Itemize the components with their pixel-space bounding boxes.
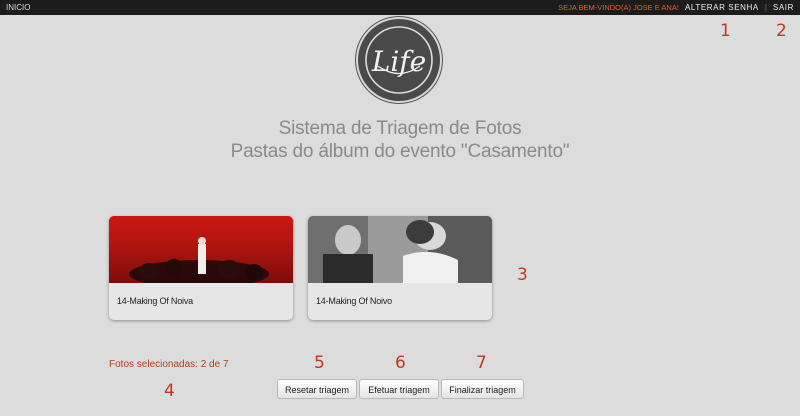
folder-card-noiva[interactable]: 14-Making Of Noiva xyxy=(109,216,293,320)
annotation-marker: 5 xyxy=(314,353,325,373)
annotation-marker: 7 xyxy=(476,353,487,373)
logout-link[interactable]: SAIR xyxy=(773,3,794,12)
annotation-marker: 4 xyxy=(164,381,175,401)
welcome-text: SEJA BEM-VINDO(A) JOSE E ANA! xyxy=(558,3,679,12)
folder-label: 14-Making Of Noivo xyxy=(316,296,392,306)
page-title: Sistema de Triagem de Fotos xyxy=(278,118,522,139)
folder-thumbnail-noivo xyxy=(308,216,492,283)
nav-separator: | xyxy=(764,3,767,12)
folder-thumbnail-noiva xyxy=(109,216,293,283)
reset-sorting-button[interactable]: Resetar triagem xyxy=(277,379,357,399)
life-logo: Life xyxy=(358,19,440,101)
page-subtitle: Pastas do álbum do evento "Casamento" xyxy=(230,141,570,162)
top-nav-bar: INICIO SEJA BEM-VINDO(A) JOSE E ANA! ALT… xyxy=(0,0,800,15)
finish-sorting-button[interactable]: Finalizar triagem xyxy=(441,379,524,399)
annotation-marker: 2 xyxy=(776,21,787,41)
top-nav-right: SEJA BEM-VINDO(A) JOSE E ANA! ALTERAR SE… xyxy=(558,3,794,12)
selected-photos-count: Fotos selecionadas: 2 de 7 xyxy=(109,359,229,370)
run-sorting-button[interactable]: Efetuar triagem xyxy=(359,379,439,399)
folder-label: 14-Making Of Noiva xyxy=(117,296,193,306)
annotation-marker: 6 xyxy=(395,353,406,373)
annotation-marker: 1 xyxy=(720,21,731,41)
annotation-marker: 3 xyxy=(517,265,528,285)
folder-card-noivo[interactable]: 14-Making Of Noivo xyxy=(308,216,492,320)
change-password-link[interactable]: ALTERAR SENHA xyxy=(685,3,759,12)
home-link[interactable]: INICIO xyxy=(6,3,30,12)
